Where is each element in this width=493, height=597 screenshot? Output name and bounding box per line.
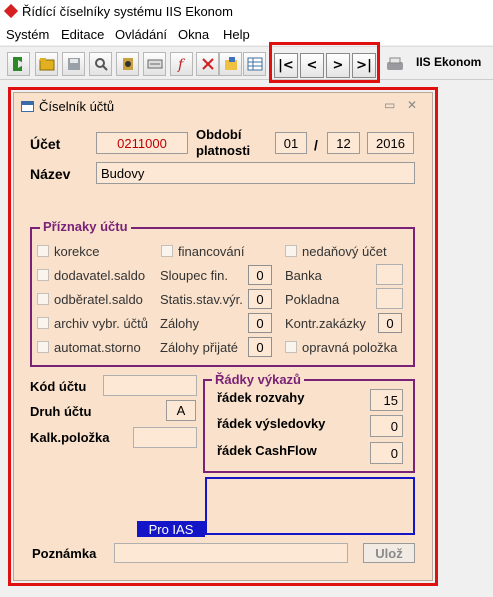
ias-badge: Pro IAS [137, 521, 205, 537]
tools-icon[interactable] [116, 52, 139, 76]
kontr-field[interactable]: 0 [378, 313, 402, 333]
navigation-highlight-frame [269, 42, 380, 83]
cashflow-label: řádek CashFlow [217, 443, 317, 458]
zalohy-prijate-label: Zálohy přijaté [160, 340, 239, 355]
korekce-checkbox[interactable] [37, 245, 49, 257]
svg-text:f: f [177, 57, 186, 72]
sloupec-field[interactable]: 0 [248, 265, 272, 285]
banka-label: Banka [285, 268, 322, 283]
delete-icon[interactable] [196, 52, 219, 76]
title-bar: Řídící číselníky systému IIS Ekonom [0, 0, 493, 24]
dodavatel-checkbox[interactable] [37, 269, 49, 281]
odberatel-checkbox[interactable] [37, 293, 49, 305]
kalk-label: Kalk.položka [30, 430, 110, 445]
statis-label: Statis.stav.výr. [160, 292, 243, 307]
nedanovy-checkbox[interactable] [285, 245, 297, 257]
automat-checkbox[interactable] [37, 341, 49, 353]
druh-field[interactable]: A [166, 400, 196, 421]
obdobi-label: Období [196, 127, 242, 142]
pokladna-label: Pokladna [285, 292, 340, 307]
zalohy-field[interactable]: 0 [248, 313, 272, 333]
report-icon[interactable] [219, 52, 242, 76]
pokladna-field[interactable] [376, 288, 403, 309]
kalk-field[interactable] [133, 427, 197, 448]
odberatel-label: odběratel.saldo [54, 292, 143, 307]
vysledovka-label: řádek výsledovky [217, 416, 326, 431]
save-disk-icon[interactable] [62, 52, 85, 76]
ucet-label: Účet [30, 136, 61, 152]
keyboard-icon[interactable] [143, 52, 166, 76]
automat-label: automat.storno [54, 340, 141, 355]
kod-label: Kód účtu [30, 379, 87, 394]
function-icon[interactable]: f [170, 52, 193, 76]
priznaky-title: Příznaky účtu [40, 219, 131, 234]
financovani-checkbox[interactable] [161, 245, 173, 257]
menu-ovladani[interactable]: Ovládání [115, 27, 167, 42]
kod-field[interactable] [103, 375, 197, 396]
poznamka-label: Poznámka [32, 546, 97, 561]
statis-field[interactable]: 0 [248, 289, 272, 309]
opravna-label: opravná položka [302, 340, 398, 355]
rozvaha-field[interactable]: 15 [370, 389, 403, 411]
vysledovka-field[interactable]: 0 [370, 415, 403, 437]
window-icon [21, 101, 34, 112]
cashflow-field[interactable]: 0 [370, 442, 403, 464]
rozvaha-label: řádek rozvahy [217, 390, 305, 405]
archiv-label: archiv vybr. účtů [54, 316, 148, 331]
nazev-label: Název [30, 166, 71, 182]
brand-label: IIS Ekonom [416, 55, 482, 69]
grid-icon[interactable] [243, 52, 266, 76]
ucet-field[interactable]: 0211000 [96, 132, 188, 154]
zalohy-prijate-field[interactable]: 0 [248, 337, 272, 357]
ias-panel[interactable] [205, 477, 415, 535]
sloupec-label: Sloupec fin. [160, 268, 228, 283]
korekce-label: korekce [54, 244, 100, 259]
nedanovy-label: nedaňový účet [302, 244, 387, 259]
banka-field[interactable] [376, 264, 403, 285]
opravna-checkbox[interactable] [285, 341, 297, 353]
exit-icon[interactable] [7, 52, 30, 76]
close-icon[interactable]: ✕ [407, 98, 417, 112]
poznamka-field[interactable] [114, 543, 348, 563]
financovani-label: financování [178, 244, 245, 259]
radky-title: Řádky výkazů [212, 372, 304, 387]
zalohy-label: Zálohy [160, 316, 200, 331]
open-folder-icon[interactable] [35, 52, 58, 76]
menu-bar: Systém Editace Ovládání Okna Help [0, 24, 493, 45]
menu-system[interactable]: Systém [6, 27, 49, 42]
print-icon[interactable] [383, 52, 406, 76]
druh-label: Druh účtu [30, 404, 92, 419]
menu-editace[interactable]: Editace [61, 27, 104, 42]
window-title: Číselník účtů [39, 99, 115, 114]
obdobi-month-field[interactable]: 12 [327, 132, 360, 154]
search-icon[interactable] [89, 52, 112, 76]
date-separator: / [314, 137, 318, 153]
menu-okna[interactable]: Okna [178, 27, 209, 42]
dodavatel-label: dodavatel.saldo [54, 268, 146, 283]
nazev-field[interactable]: Budovy [96, 162, 415, 184]
app-logo-icon [3, 3, 19, 19]
obdobi-year-field[interactable]: 2016 [367, 132, 414, 154]
archiv-checkbox[interactable] [37, 317, 49, 329]
platnosti-label: platnosti [196, 143, 251, 158]
menu-help[interactable]: Help [223, 27, 250, 42]
minimize-icon[interactable]: ▭ [384, 98, 395, 112]
save-button[interactable]: Ulož [363, 543, 415, 563]
kontr-label: Kontr.zakázky [285, 316, 366, 331]
obdobi-day-field[interactable]: 01 [275, 132, 307, 154]
app-title: Řídící číselníky systému IIS Ekonom [22, 4, 233, 19]
window-title-bar: Číselník účtů ▭ ✕ [14, 93, 432, 120]
